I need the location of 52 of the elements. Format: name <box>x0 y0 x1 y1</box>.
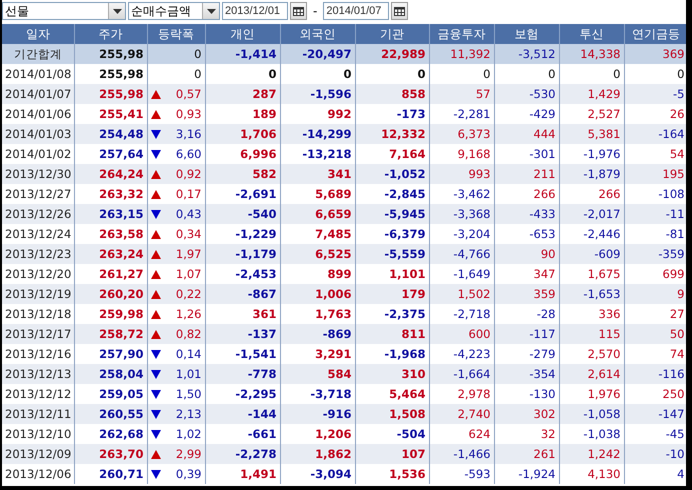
calendar-button[interactable] <box>391 2 408 20</box>
type-dropdown[interactable]: 순매수금액 <box>128 2 220 20</box>
caret-icon <box>112 8 122 14</box>
table-cell: 1,536 <box>355 464 429 484</box>
column-header[interactable]: 일자 <box>2 24 74 44</box>
change-value: 1,02 <box>176 427 202 441</box>
change-value: 1,01 <box>176 367 202 381</box>
date-separator: - <box>312 4 318 18</box>
change-value: 0,17 <box>176 187 202 201</box>
column-header[interactable]: 주가 <box>74 24 147 44</box>
table-cell: -593 <box>429 464 494 484</box>
change-value: 6,60 <box>176 147 202 161</box>
change-value: 3,16 <box>176 127 202 141</box>
change-value: 0,57 <box>176 87 202 101</box>
change-value: 2,99 <box>176 447 202 461</box>
change-value: 0 <box>194 47 202 61</box>
column-header[interactable]: 투신 <box>559 24 624 44</box>
market-dropdown[interactable]: 선물 <box>2 2 126 20</box>
change-value: 1,26 <box>176 307 202 321</box>
table-cell: 1,491 <box>205 464 280 484</box>
change-value: 0,82 <box>176 327 202 341</box>
column-header[interactable]: 기관 <box>355 24 429 44</box>
column-header[interactable]: 연기금등 <box>624 24 686 44</box>
calendar-button[interactable] <box>290 2 307 20</box>
change-value: 1,50 <box>176 387 202 401</box>
price-cell: 260,71 <box>74 464 147 484</box>
change-value: 0,92 <box>176 167 202 181</box>
calendar-icon <box>293 6 304 16</box>
change-value: 0,39 <box>176 467 202 481</box>
change-value: 0,22 <box>176 287 202 301</box>
change-value: 2,13 <box>176 407 202 421</box>
change-value: 1,97 <box>176 247 202 261</box>
date-field[interactable]: 2013/12/01 <box>222 2 288 20</box>
table-cell: 4,130 <box>559 464 624 484</box>
column-header[interactable]: 금융투자 <box>429 24 494 44</box>
change-value: 0,14 <box>176 347 202 361</box>
table-cell: -1,924 <box>494 464 559 484</box>
column-header[interactable]: 보험 <box>494 24 559 44</box>
change-value: 1,07 <box>176 267 202 281</box>
date-field[interactable]: 2014/01/07 <box>323 2 390 20</box>
table-cell: -3,094 <box>280 464 355 484</box>
change-value: 0 <box>194 67 202 81</box>
change-value: 0,43 <box>176 207 202 221</box>
date-cell: 2013/12/06 <box>2 464 74 484</box>
change-value: 0,93 <box>176 107 202 121</box>
column-header[interactable]: 등락폭 <box>147 24 205 44</box>
calendar-icon <box>394 6 406 16</box>
table-cell: 4 <box>624 464 686 484</box>
caret-icon <box>206 8 216 14</box>
change-value: 0,34 <box>176 227 202 241</box>
column-header[interactable]: 외국인 <box>280 24 355 44</box>
column-header[interactable]: 개인 <box>205 24 280 44</box>
